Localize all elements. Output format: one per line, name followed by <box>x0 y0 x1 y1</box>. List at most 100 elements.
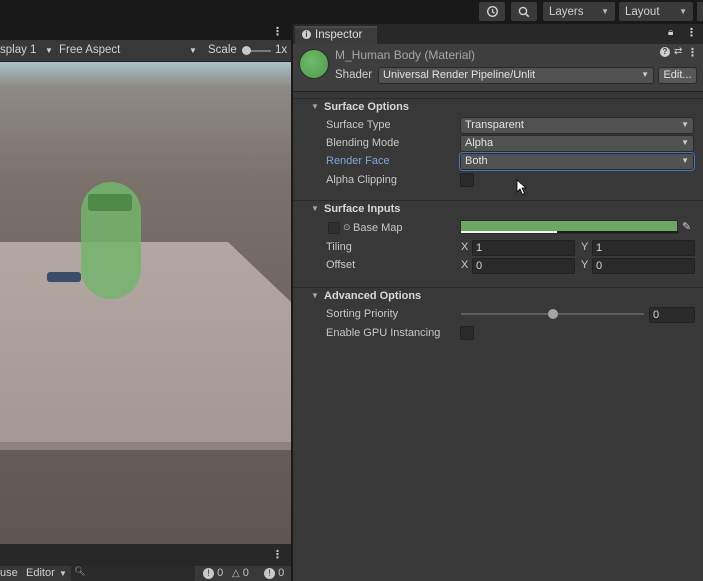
error-count-toggle[interactable]: ! 0 <box>203 567 223 579</box>
base-map-label: Base Map <box>353 222 403 234</box>
shader-label: Shader <box>335 69 373 81</box>
render-face-value: Both <box>465 155 488 167</box>
game-viewport[interactable] <box>0 62 291 544</box>
surface-inputs-header[interactable]: ▼ Surface Inputs <box>293 200 703 219</box>
tiling-y-field[interactable]: 1 <box>592 240 695 256</box>
scale-value: 1x <box>275 44 288 56</box>
alpha-bar-empty <box>557 231 679 233</box>
table-surface <box>0 242 291 442</box>
scene-render <box>0 182 291 450</box>
alpha-clipping-label: Alpha Clipping <box>326 174 397 186</box>
foldout-arrow-icon: ▼ <box>311 102 319 111</box>
material-header: M_Human Body (Material) ? ⇄ ⋮ Shader Uni… <box>293 44 703 92</box>
section-title: Surface Options <box>324 101 409 113</box>
warning-count-toggle[interactable]: △ 0 <box>232 567 249 579</box>
chevron-down-icon: ▼ <box>601 7 609 16</box>
blue-object <box>47 272 81 282</box>
warning-icon: △ <box>232 568 240 579</box>
sorting-priority-label: Sorting Priority <box>326 308 399 320</box>
game-view-panel: ⋮ splay 1 ▼ Free Aspect ▼ Scale 1x <box>0 24 291 544</box>
offset-y-field[interactable]: 0 <box>592 258 695 274</box>
capsule-visor <box>88 194 132 211</box>
target-icon[interactable]: ⊙ <box>343 222 351 233</box>
search-button[interactable] <box>511 2 537 21</box>
texture-slot[interactable] <box>328 222 340 234</box>
advanced-options-header[interactable]: ▼ Advanced Options <box>293 287 703 306</box>
search-icon: 🔍︎ <box>74 566 86 576</box>
info-icon: i <box>302 30 311 39</box>
surface-options-header[interactable]: ▼ Surface Options <box>293 98 703 117</box>
lock-icon[interactable]: 🔒︎ <box>668 27 673 38</box>
base-map-color-field[interactable] <box>460 220 679 234</box>
render-face-dropdown[interactable]: Both ▼ <box>459 152 695 171</box>
tab-inspector[interactable]: i Inspector <box>295 26 377 44</box>
kebab-menu-icon[interactable]: ⋮ <box>686 26 697 39</box>
console-panel: ⋮ use Editor ▼ 🔍︎ ! 0 △ 0 ! 0 <box>0 544 291 581</box>
scale-slider-thumb[interactable] <box>242 46 251 55</box>
chevron-down-icon: ▼ <box>189 46 197 55</box>
offset-y-axis-label: Y <box>581 259 589 271</box>
console-search-input[interactable]: 🔍︎ <box>71 566 195 581</box>
foldout-arrow-icon: ▼ <box>311 204 319 213</box>
section-title: Advanced Options <box>324 290 422 302</box>
blending-mode-dropdown[interactable]: Alpha ▼ <box>460 135 694 152</box>
shader-dropdown[interactable]: Universal Render Pipeline/Unlit ▼ <box>378 67 654 84</box>
info-count-toggle[interactable]: ! 0 <box>264 567 284 579</box>
console-toolbar: use Editor ▼ 🔍︎ ! 0 △ 0 ! 0 <box>0 566 291 581</box>
inspector-tab-bar: i Inspector 🔒︎ ⋮ <box>293 24 703 44</box>
sorting-priority-field[interactable]: 0 <box>649 307 695 323</box>
kebab-menu-icon[interactable]: ⋮ <box>272 25 283 38</box>
edit-shader-button[interactable]: Edit... <box>658 67 697 84</box>
info-icon: ! <box>264 568 275 579</box>
toolbar-edge <box>697 2 703 21</box>
chevron-down-icon: ▼ <box>679 7 687 16</box>
layers-dropdown[interactable]: Layers ▼ <box>543 2 615 21</box>
history-icon <box>486 5 498 18</box>
error-icon: ! <box>203 568 214 579</box>
eyedropper-icon[interactable]: ✎ <box>682 220 691 233</box>
table-edge <box>0 442 291 450</box>
offset-x-axis-label: X <box>461 259 469 271</box>
chevron-down-icon: ▼ <box>59 569 67 578</box>
chevron-down-icon: ▼ <box>681 156 689 165</box>
surface-type-label: Surface Type <box>326 119 391 131</box>
tiling-x-field[interactable]: 1 <box>472 240 575 256</box>
error-count: 0 <box>217 567 224 579</box>
chevron-down-icon: ▼ <box>641 70 649 79</box>
layers-label: Layers <box>549 5 584 18</box>
tiling-y-axis-label: Y <box>581 241 589 253</box>
foldout-arrow-icon: ▼ <box>311 291 319 300</box>
gpu-instancing-label: Enable GPU Instancing <box>326 327 441 339</box>
search-icon <box>518 6 530 17</box>
chevron-down-icon: ▼ <box>681 120 689 129</box>
main-toolbar: Layers ▼ Layout ▼ <box>0 0 703 24</box>
offset-x-field[interactable]: 0 <box>472 258 575 274</box>
pause-toggle-label[interactable]: use <box>0 567 18 579</box>
material-name: M_Human Body (Material) <box>335 48 476 62</box>
tiling-x-axis-label: X <box>461 241 469 253</box>
display-dropdown[interactable]: splay 1 <box>0 44 36 56</box>
shader-value: Universal Render Pipeline/Unlit <box>383 69 536 81</box>
alpha-bar-filled <box>461 231 557 233</box>
game-toolbar: splay 1 ▼ Free Aspect ▼ Scale 1x <box>0 40 291 62</box>
chevron-down-icon: ▼ <box>681 138 689 147</box>
preset-icon[interactable]: ⇄ <box>674 46 682 57</box>
help-icon[interactable]: ? <box>660 47 670 57</box>
kebab-menu-icon[interactable]: ⋮ <box>272 548 283 561</box>
blending-mode-value: Alpha <box>465 137 494 149</box>
history-button[interactable] <box>479 2 505 21</box>
info-count: 0 <box>278 567 285 579</box>
editor-dropdown[interactable]: Editor <box>26 567 55 579</box>
warning-count: 0 <box>242 567 249 579</box>
layout-dropdown[interactable]: Layout ▼ <box>619 2 693 21</box>
sorting-priority-slider-thumb[interactable] <box>548 309 558 319</box>
surface-type-dropdown[interactable]: Transparent ▼ <box>460 117 694 134</box>
aspect-dropdown[interactable]: Free Aspect <box>59 44 120 56</box>
inspector-panel: i Inspector 🔒︎ ⋮ M_Human Body (Material)… <box>293 24 703 581</box>
blending-mode-label: Blending Mode <box>326 137 400 149</box>
gpu-instancing-checkbox[interactable] <box>460 326 474 340</box>
alpha-clipping-checkbox[interactable] <box>460 173 474 187</box>
material-preview-icon <box>299 49 329 79</box>
kebab-menu-icon[interactable]: ⋮ <box>687 46 698 59</box>
layout-label: Layout <box>625 5 660 18</box>
